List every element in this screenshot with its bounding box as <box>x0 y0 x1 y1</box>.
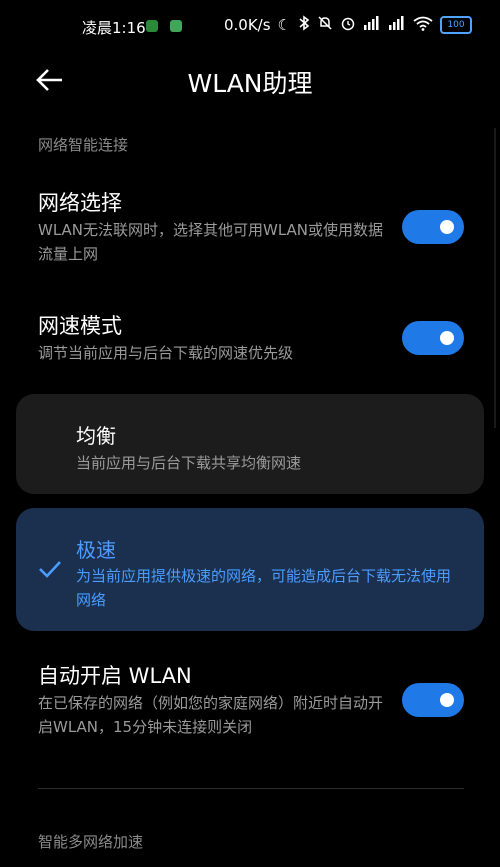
battery-indicator: 100 <box>440 16 472 34</box>
status-time: 凌晨1:16 <box>82 19 146 37</box>
setting-speed-mode[interactable]: 网速模式 调节当前应用与后台下载的网速优先级 <box>38 311 464 367</box>
auto-wlan-toggle[interactable] <box>402 683 464 717</box>
alarm-icon <box>340 15 356 35</box>
setting-desc: 调节当前应用与后台下载的网速优先级 <box>38 344 294 362</box>
option-card-balanced[interactable]: 均衡 当前应用与后台下载共享均衡网速 <box>16 394 484 494</box>
scroll-indicator <box>494 128 496 428</box>
toggle-knob <box>440 220 454 234</box>
page-title: WLAN助理 <box>187 69 313 98</box>
network-speed: 0.0K/s <box>223 16 271 34</box>
setting-desc: WLAN无法联网时，选择其他可用WLAN或使用数据流量上网 <box>38 221 384 263</box>
bluetooth-icon <box>298 15 310 35</box>
option-title: 极速 <box>76 538 116 562</box>
setting-network-selection[interactable]: 网络选择 WLAN无法联网时，选择其他可用WLAN或使用数据流量上网 <box>38 188 464 268</box>
checkmark-icon <box>38 560 62 582</box>
network-selection-toggle[interactable] <box>402 210 464 244</box>
section-label-smart-connect: 网络智能连接 <box>38 136 129 154</box>
moon-icon: ☾ <box>277 16 291 34</box>
shield-notification-icon <box>146 20 158 32</box>
option-desc: 当前应用与后台下载共享均衡网速 <box>76 454 302 472</box>
wifi-icon <box>413 16 433 35</box>
setting-title: 自动开启 WLAN <box>38 664 192 688</box>
setting-title: 网速模式 <box>38 314 122 338</box>
section-label-multi-network: 智能多网络加速 <box>38 833 144 851</box>
signal-icon-2 <box>388 16 406 34</box>
mute-bell-icon <box>317 15 333 35</box>
setting-auto-wlan[interactable]: 自动开启 WLAN 在已保存的网络（例如您的家庭网络）附近时自动开启WLAN，1… <box>38 661 464 741</box>
toggle-knob <box>440 331 454 345</box>
signal-icon <box>363 16 381 34</box>
divider <box>38 788 464 789</box>
status-bar: 凌晨1:16 0.0K/s ☾ 100 <box>0 0 500 52</box>
setting-title: 网络选择 <box>38 191 122 215</box>
setting-desc: 在已保存的网络（例如您的家庭网络）附近时自动开启WLAN，15分钟未连接则关闭 <box>38 694 384 736</box>
app-notification-icon <box>170 20 182 32</box>
toggle-knob <box>440 693 454 707</box>
speed-mode-toggle[interactable] <box>402 321 464 355</box>
option-title: 均衡 <box>76 424 116 448</box>
option-card-fast[interactable]: 极速 为当前应用提供极速的网络，可能造成后台下载无法使用网络 <box>16 508 484 631</box>
option-desc: 为当前应用提供极速的网络，可能造成后台下载无法使用网络 <box>76 567 452 609</box>
header: WLAN助理 <box>0 52 500 108</box>
